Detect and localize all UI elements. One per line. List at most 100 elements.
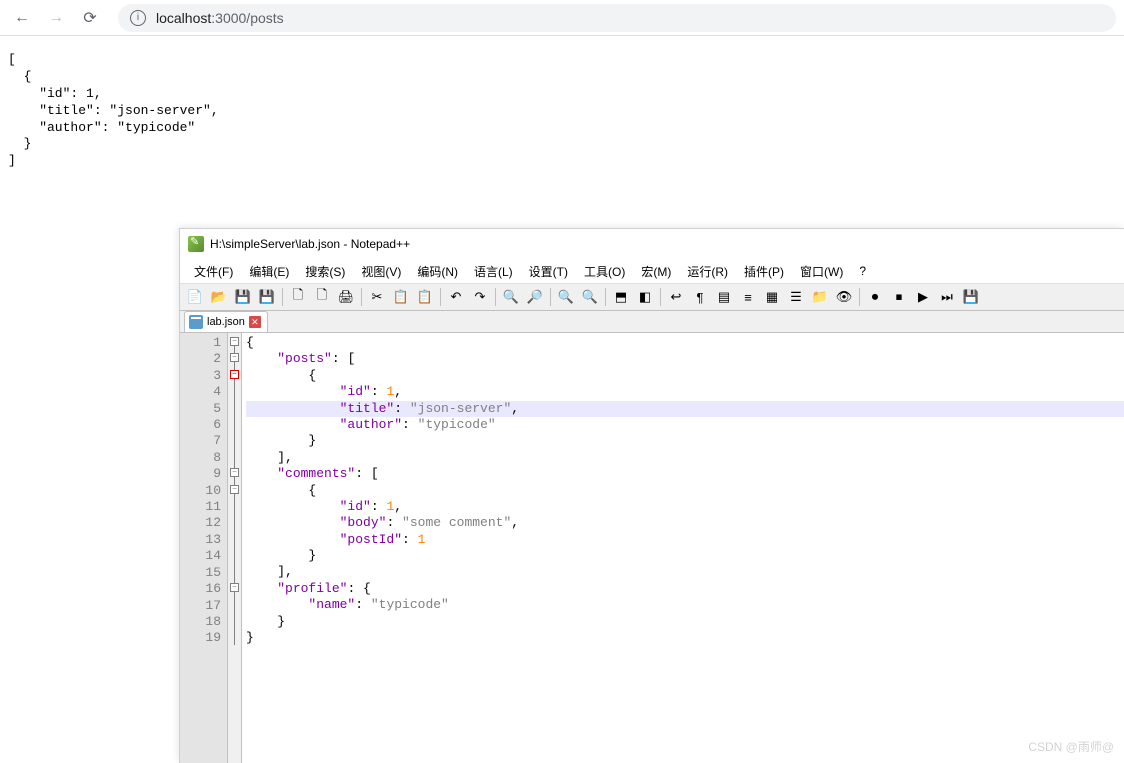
url-bar[interactable]: i localhost:3000/posts [118, 4, 1116, 32]
code-line[interactable]: "author": "typicode" [246, 417, 1124, 433]
notepad-tab-labjson[interactable]: lab.json ✕ [184, 311, 268, 332]
file-icon [189, 315, 203, 329]
redo-icon[interactable]: ↷ [469, 286, 491, 308]
code-area[interactable]: { "posts": [ { "id": 1, "title": "json-s… [242, 333, 1124, 763]
code-line[interactable]: } [246, 433, 1124, 449]
code-line[interactable]: ], [246, 450, 1124, 466]
copy-icon[interactable]: 📋 [390, 286, 412, 308]
line-number-gutter: 12345678910111213141516171819 [180, 333, 228, 763]
code-line[interactable]: "id": 1, [246, 384, 1124, 400]
notepad-titlebar[interactable]: H:\simpleServer\lab.json - Notepad++ [180, 229, 1124, 259]
code-line[interactable]: "title": "json-server", [246, 401, 1124, 417]
code-line[interactable]: "comments": [ [246, 466, 1124, 482]
toolbar-separator [660, 288, 661, 306]
menu-item[interactable]: 视图(V) [353, 261, 409, 282]
menu-item[interactable]: 运行(R) [679, 261, 736, 282]
line-number: 18 [180, 614, 221, 630]
fold-toggle-icon[interactable]: − [230, 337, 239, 346]
code-line[interactable]: "posts": [ [246, 351, 1124, 367]
code-line[interactable]: { [246, 483, 1124, 499]
reload-button[interactable]: ⟳ [76, 4, 104, 32]
find-icon[interactable]: 🔍 [500, 286, 522, 308]
code-line[interactable]: "id": 1, [246, 499, 1124, 515]
zoom-in-icon[interactable]: 🔍 [555, 286, 577, 308]
code-line[interactable]: { [246, 368, 1124, 384]
code-line[interactable]: "postId": 1 [246, 532, 1124, 548]
line-number: 10 [180, 483, 221, 499]
code-line[interactable]: } [246, 548, 1124, 564]
menu-item[interactable]: 语言(L) [466, 261, 521, 282]
save-macro-icon[interactable]: 💾 [960, 286, 982, 308]
site-info-icon[interactable]: i [130, 10, 146, 26]
show-all-icon[interactable]: ¶ [689, 286, 711, 308]
line-number: 13 [180, 532, 221, 548]
line-number: 17 [180, 598, 221, 614]
line-number: 19 [180, 630, 221, 646]
menu-item[interactable]: 设置(T) [521, 261, 576, 282]
notepad-window: H:\simpleServer\lab.json - Notepad++ 文件(… [179, 228, 1124, 763]
play-multi-icon[interactable]: ⏭ [936, 286, 958, 308]
func-list-icon[interactable]: ☰ [785, 286, 807, 308]
monitor-icon[interactable]: 👁 [833, 286, 855, 308]
menu-item[interactable]: 编辑(E) [241, 261, 297, 282]
fold-toggle-icon[interactable]: − [230, 370, 239, 379]
tab-close-icon[interactable]: ✕ [249, 316, 261, 328]
code-line[interactable]: "name": "typicode" [246, 597, 1124, 613]
print-icon[interactable]: 🖨 [335, 286, 357, 308]
open-file-icon[interactable]: 📂 [208, 286, 230, 308]
menu-item[interactable]: 文件(F) [186, 261, 241, 282]
menu-item[interactable]: 搜索(S) [297, 261, 353, 282]
notepad-editor[interactable]: 12345678910111213141516171819 −−−−−− { "… [180, 333, 1124, 763]
line-number: 11 [180, 499, 221, 515]
code-line[interactable]: ], [246, 564, 1124, 580]
code-line[interactable]: "body": "some comment", [246, 515, 1124, 531]
notepad-toolbar: 📄📂💾💾🗋🗋🖨✂📋📋↶↷🔍🔎🔍🔍⬒◧↩¶▤≡▦☰📁👁⏺⏹▶⏭💾 [180, 283, 1124, 311]
close-all-icon[interactable]: 🗋 [311, 286, 333, 308]
lang-icon[interactable]: ≡ [737, 286, 759, 308]
new-file-icon[interactable]: 📄 [184, 286, 206, 308]
save-all-icon[interactable]: 💾 [256, 286, 278, 308]
record-icon[interactable]: ⏺ [864, 286, 886, 308]
back-button[interactable]: ← [8, 4, 36, 32]
line-number: 16 [180, 581, 221, 597]
sync-h-icon[interactable]: ◧ [634, 286, 656, 308]
stop-icon[interactable]: ⏹ [888, 286, 910, 308]
fold-toggle-icon[interactable]: − [230, 583, 239, 592]
menu-item[interactable]: 宏(M) [633, 261, 679, 282]
close-icon[interactable]: 🗋 [287, 286, 309, 308]
menu-item[interactable]: 编码(N) [409, 261, 466, 282]
menu-item[interactable]: 插件(P) [736, 261, 792, 282]
browser-page-content: [ { "id": 1, "title": "json-server", "au… [0, 36, 1124, 186]
line-number: 3 [180, 368, 221, 384]
forward-button[interactable]: → [42, 4, 70, 32]
code-line[interactable]: } [246, 630, 1124, 646]
doc-map-icon[interactable]: ▦ [761, 286, 783, 308]
undo-icon[interactable]: ↶ [445, 286, 467, 308]
indent-guide-icon[interactable]: ▤ [713, 286, 735, 308]
zoom-out-icon[interactable]: 🔍 [579, 286, 601, 308]
code-line[interactable]: "profile": { [246, 581, 1124, 597]
sync-v-icon[interactable]: ⬒ [610, 286, 632, 308]
menu-item[interactable]: 窗口(W) [792, 261, 851, 282]
line-number: 6 [180, 417, 221, 433]
cut-icon[interactable]: ✂ [366, 286, 388, 308]
replace-icon[interactable]: 🔎 [524, 286, 546, 308]
folder-icon[interactable]: 📁 [809, 286, 831, 308]
fold-toggle-icon[interactable]: − [230, 468, 239, 477]
notepad-tabs: lab.json ✕ [180, 311, 1124, 333]
menu-item[interactable]: ? [851, 262, 874, 280]
menu-item[interactable]: 工具(O) [576, 261, 633, 282]
notepad-app-icon [188, 236, 204, 252]
wrap-icon[interactable]: ↩ [665, 286, 687, 308]
play-icon[interactable]: ▶ [912, 286, 934, 308]
paste-icon[interactable]: 📋 [414, 286, 436, 308]
code-line[interactable]: { [246, 335, 1124, 351]
watermark-text: CSDN @雨师@ [1028, 738, 1114, 755]
fold-toggle-icon[interactable]: − [230, 485, 239, 494]
code-line[interactable]: } [246, 614, 1124, 630]
fold-toggle-icon[interactable]: − [230, 353, 239, 362]
save-icon[interactable]: 💾 [232, 286, 254, 308]
toolbar-separator [859, 288, 860, 306]
tab-label: lab.json [207, 316, 245, 328]
fold-gutter[interactable]: − − − − − − [228, 333, 242, 763]
